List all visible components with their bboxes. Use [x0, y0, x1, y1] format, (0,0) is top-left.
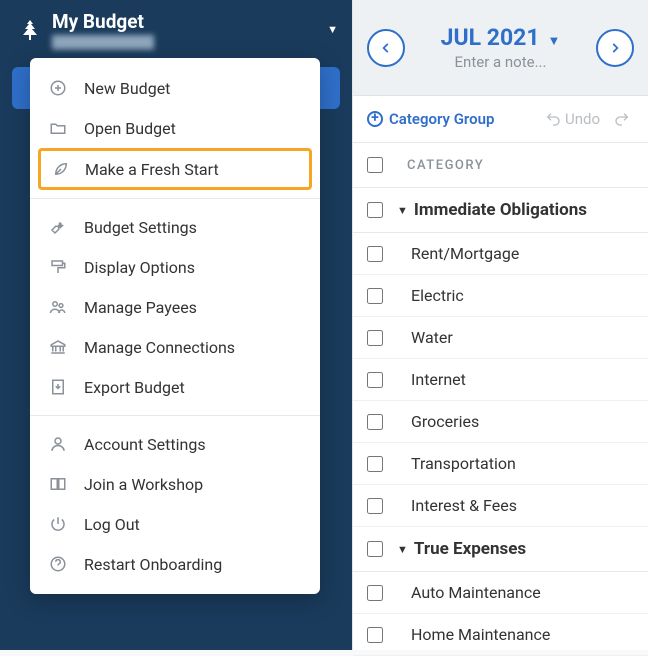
redo-button[interactable] [614, 111, 634, 127]
menu-item-label: Export Budget [84, 378, 185, 397]
chevron-down-icon: ▼ [548, 34, 561, 49]
menu-item-manage-payees[interactable]: Manage Payees [30, 287, 320, 327]
bank-icon [48, 337, 68, 357]
paint-roller-icon [48, 257, 68, 277]
category-row[interactable]: Water [353, 317, 648, 359]
category-toolbar: Category Group Undo [353, 96, 648, 143]
power-icon [48, 514, 68, 534]
export-icon [48, 377, 68, 397]
menu-item-budget-settings[interactable]: Budget Settings [30, 207, 320, 247]
category-column-header: CATEGORY [407, 158, 484, 173]
budget-menu-popup: New Budget Open Budget Make a Fresh Star… [30, 58, 320, 594]
menu-item-label: Account Settings [84, 435, 206, 454]
menu-item-label: Display Options [84, 258, 195, 277]
menu-item-new-budget[interactable]: New Budget [30, 68, 320, 108]
plus-circle-icon [367, 111, 383, 127]
menu-item-label: Log Out [84, 515, 140, 534]
menu-item-export-budget[interactable]: Export Budget [30, 367, 320, 407]
menu-item-label: Make a Fresh Start [85, 160, 219, 179]
menu-divider [30, 198, 320, 199]
chevron-down-icon: ▼ [397, 543, 408, 556]
category-label: Water [411, 328, 453, 347]
menu-divider [30, 415, 320, 416]
menu-item-label: Open Budget [84, 119, 176, 138]
people-icon [48, 297, 68, 317]
prev-month-button[interactable] [367, 29, 405, 67]
month-navigation: JUL 2021 ▼ Enter a note... [353, 0, 648, 96]
category-group-row[interactable]: ▼ True Expenses [353, 527, 648, 572]
category-label: Rent/Mortgage [411, 244, 519, 263]
month-label: JUL 2021 [441, 24, 540, 51]
category-checkbox[interactable] [367, 372, 383, 388]
menu-item-label: Manage Connections [84, 338, 235, 357]
month-note-input[interactable]: Enter a note... [405, 53, 596, 71]
category-label: Interest & Fees [411, 496, 517, 515]
select-all-checkbox[interactable] [367, 157, 383, 173]
category-checkbox[interactable] [367, 456, 383, 472]
category-checkbox[interactable] [367, 330, 383, 346]
category-label: Internet [411, 370, 466, 389]
menu-item-fresh-start[interactable]: Make a Fresh Start [38, 148, 312, 190]
book-icon [48, 474, 68, 494]
category-row[interactable]: Groceries [353, 401, 648, 443]
category-group-row[interactable]: ▼ Immediate Obligations [353, 188, 648, 233]
wrench-icon [48, 217, 68, 237]
menu-item-manage-connections[interactable]: Manage Connections [30, 327, 320, 367]
add-group-label: Category Group [389, 110, 494, 128]
category-checkbox[interactable] [367, 585, 383, 601]
category-label: Home Maintenance [411, 625, 550, 644]
leaf-icon [51, 159, 71, 179]
undo-icon [545, 111, 561, 127]
group-label: True Expenses [414, 539, 526, 559]
category-checkbox[interactable] [367, 498, 383, 514]
group-label: Immediate Obligations [414, 200, 587, 220]
category-row[interactable]: Auto Maintenance [353, 572, 648, 614]
category-row[interactable]: Interest & Fees [353, 485, 648, 527]
main-content: JUL 2021 ▼ Enter a note... Category Grou… [352, 0, 648, 650]
menu-item-account-settings[interactable]: Account Settings [30, 424, 320, 464]
menu-item-label: Join a Workshop [84, 475, 203, 494]
budget-title: My Budget [52, 10, 319, 33]
menu-item-join-workshop[interactable]: Join a Workshop [30, 464, 320, 504]
redo-icon [614, 111, 630, 127]
help-circle-icon [48, 554, 68, 574]
undo-button[interactable]: Undo [545, 110, 600, 128]
folder-icon [48, 118, 68, 138]
budget-subtitle: ████████████ [52, 35, 319, 49]
menu-item-label: New Budget [84, 79, 170, 98]
category-checkbox[interactable] [367, 246, 383, 262]
plus-circle-icon [48, 78, 68, 98]
month-selector[interactable]: JUL 2021 ▼ [405, 24, 596, 51]
category-row[interactable]: Rent/Mortgage [353, 233, 648, 275]
category-label: Electric [411, 286, 464, 305]
add-category-group-button[interactable]: Category Group [367, 110, 494, 128]
chevron-down-icon: ▼ [397, 204, 408, 217]
budget-header[interactable]: My Budget ████████████ ▼ [0, 0, 352, 59]
undo-label: Undo [565, 110, 600, 128]
menu-item-open-budget[interactable]: Open Budget [30, 108, 320, 148]
tree-logo-icon [18, 18, 42, 42]
group-checkbox[interactable] [367, 541, 383, 557]
category-checkbox[interactable] [367, 288, 383, 304]
category-row[interactable]: Transportation [353, 443, 648, 485]
menu-item-label: Budget Settings [84, 218, 197, 237]
category-label: Transportation [411, 454, 516, 473]
menu-item-label: Manage Payees [84, 298, 197, 317]
chevron-down-icon: ▼ [327, 23, 338, 36]
category-label: Groceries [411, 412, 479, 431]
category-label: Auto Maintenance [411, 583, 541, 602]
category-checkbox[interactable] [367, 627, 383, 643]
menu-item-label: Restart Onboarding [84, 555, 222, 574]
menu-item-log-out[interactable]: Log Out [30, 504, 320, 544]
category-row[interactable]: Internet [353, 359, 648, 401]
menu-item-restart-onboarding[interactable]: Restart Onboarding [30, 544, 320, 584]
person-icon [48, 434, 68, 454]
category-checkbox[interactable] [367, 414, 383, 430]
category-row[interactable]: Electric [353, 275, 648, 317]
category-header-row: CATEGORY [353, 143, 648, 188]
next-month-button[interactable] [596, 29, 634, 67]
menu-item-display-options[interactable]: Display Options [30, 247, 320, 287]
group-checkbox[interactable] [367, 202, 383, 218]
